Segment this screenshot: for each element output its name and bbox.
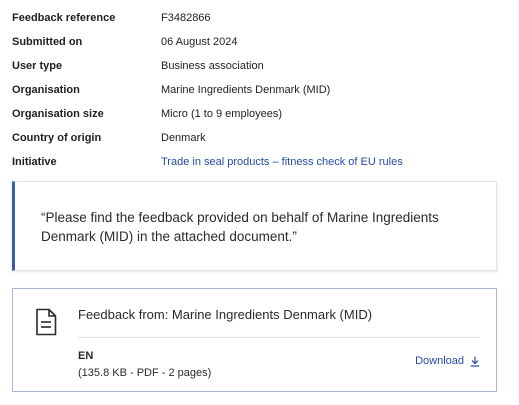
feedback-details: Feedback reference F3482866 Submitted on…	[12, 6, 512, 174]
detail-label: Feedback reference	[12, 12, 116, 24]
detail-row-initiative: Initiative Trade in seal products – fitn…	[12, 150, 512, 174]
detail-label: Submitted on	[12, 36, 83, 48]
detail-label: Country of origin	[12, 132, 102, 144]
feedback-quote-text: “Please find the feedback provided on be…	[41, 210, 439, 244]
detail-row-user-type: User type Business association	[12, 54, 512, 78]
attachment-title: Feedback from: Marine Ingredients Denmar…	[78, 307, 373, 322]
detail-label: Organisation size	[12, 108, 104, 120]
detail-row-organisation-size: Organisation size Micro (1 to 9 employee…	[12, 102, 512, 126]
attachment-language: EN	[78, 350, 94, 362]
attachment-size-info: (135.8 KB - PDF - 2 pages)	[78, 367, 212, 379]
detail-row-organisation: Organisation Marine Ingredients Denmark …	[12, 78, 512, 102]
document-icon	[35, 308, 57, 336]
detail-label: Organisation	[12, 84, 80, 96]
attachment-card: Feedback from: Marine Ingredients Denmar…	[12, 288, 497, 392]
download-button[interactable]: Download	[415, 355, 480, 367]
download-arrow-icon	[470, 356, 480, 367]
divider	[78, 337, 480, 338]
detail-value: F3482866	[161, 12, 211, 24]
detail-value: Micro (1 to 9 employees)	[161, 108, 283, 120]
detail-row-country: Country of origin Denmark	[12, 126, 512, 150]
detail-value: Marine Ingredients Denmark (MID)	[161, 84, 331, 96]
detail-row-submitted: Submitted on 06 August 2024	[12, 30, 512, 54]
detail-value: Business association	[161, 60, 264, 72]
download-label: Download	[415, 355, 464, 367]
initiative-link[interactable]: Trade in seal products – fitness check o…	[161, 156, 403, 168]
detail-value: 06 August 2024	[161, 36, 238, 48]
detail-label: Initiative	[12, 156, 57, 168]
detail-label: User type	[12, 60, 63, 72]
feedback-quote: “Please find the feedback provided on be…	[12, 181, 497, 271]
detail-value: Denmark	[161, 132, 206, 144]
detail-row-reference: Feedback reference F3482866	[12, 6, 512, 30]
